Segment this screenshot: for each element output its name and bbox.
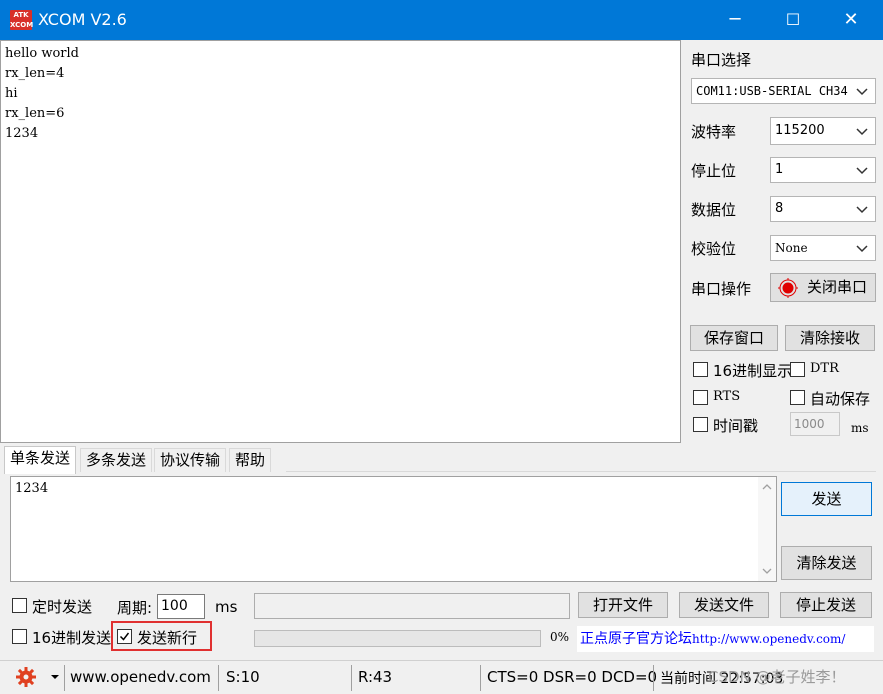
stop-bits-select[interactable]: 1: [770, 157, 876, 183]
forum-link-url: http://www.openedv.com/: [692, 632, 846, 646]
hex-send-label: 16进制发送: [32, 629, 112, 647]
timed-send-checkbox[interactable]: [12, 598, 27, 613]
receive-area[interactable]: hello world rx_len=4 hi rx_len=6 1234: [0, 40, 681, 443]
timestamp-input[interactable]: 1000: [790, 412, 840, 436]
dtr-label: DTR: [810, 361, 839, 376]
port-select[interactable]: COM11:USB-SERIAL CH34: [691, 78, 876, 104]
chevron-down-icon: [856, 167, 868, 175]
rts-label: RTS: [713, 389, 741, 404]
forum-link-label: 正点原子官方论坛: [580, 631, 692, 647]
status-signals: CTS=0 DSR=0 DCD=0: [487, 668, 658, 686]
send-newline-label: 发送新行: [137, 629, 198, 647]
rts-checkbox[interactable]: [693, 390, 708, 405]
close-button[interactable]: ✕: [822, 0, 880, 40]
watermark: CSDN @老子姓李！: [708, 668, 846, 686]
check-icon: [119, 632, 130, 641]
baud-value: 115200: [775, 123, 825, 138]
clear-send-button[interactable]: 清除发送: [781, 546, 872, 580]
status-separator: [64, 665, 65, 691]
status-sent-count: S:10: [226, 668, 260, 686]
send-progress-bar: [254, 630, 541, 647]
chevron-down-icon: [856, 245, 868, 253]
send-text: 1234: [15, 481, 49, 496]
hex-display-checkbox[interactable]: [693, 362, 708, 377]
close-port-button[interactable]: 关闭串口: [770, 273, 876, 302]
chevron-down-icon: [856, 88, 868, 96]
title-bar[interactable]: ATK XCOM XCOM V2.6 ─ ☐ ✕: [0, 0, 883, 40]
file-path-input[interactable]: [254, 593, 570, 619]
port-select-value: COM11:USB-SERIAL CH34: [696, 84, 848, 98]
minimize-button[interactable]: ─: [706, 0, 764, 40]
tab-protocol[interactable]: 协议传输: [154, 448, 227, 472]
window-title: XCOM V2.6: [38, 10, 127, 29]
tab-help[interactable]: 帮助: [229, 448, 272, 472]
send-scrollbar[interactable]: [758, 477, 776, 581]
send-newline-checkbox[interactable]: [117, 629, 132, 644]
port-select-label: 串口选择: [691, 51, 752, 69]
forum-link[interactable]: 正点原子官方论坛http://www.openedv.com/: [577, 626, 874, 652]
parity-label: 校验位: [691, 240, 737, 258]
timestamp-checkbox[interactable]: [693, 417, 708, 432]
hex-display-label: 16进制显示: [713, 362, 793, 380]
period-label: 周期:: [117, 599, 153, 617]
stop-send-button[interactable]: 停止发送: [780, 592, 872, 618]
gear-icon[interactable]: [15, 666, 37, 688]
stop-bits-value: 1: [775, 162, 784, 177]
save-window-button[interactable]: 保存窗口: [690, 325, 778, 351]
dtr-checkbox[interactable]: [790, 362, 805, 377]
timestamp-unit: ms: [851, 421, 869, 435]
caret-down-icon[interactable]: [50, 674, 60, 680]
status-separator: [480, 665, 481, 691]
timestamp-label: 时间戳: [713, 417, 759, 435]
tab-strip-filler: [286, 448, 876, 472]
tab-multi-send[interactable]: 多条发送: [80, 448, 153, 472]
app-logo: ATK XCOM: [10, 10, 34, 30]
send-file-button[interactable]: 发送文件: [679, 592, 769, 618]
chevron-down-icon: [856, 206, 868, 214]
port-op-label: 串口操作: [691, 280, 752, 298]
send-progress-text: 0%: [550, 630, 570, 644]
parity-select[interactable]: None: [770, 235, 876, 261]
data-bits-value: 8: [775, 201, 784, 216]
scroll-down-icon: [762, 568, 772, 574]
period-unit: ms: [215, 598, 238, 616]
chevron-down-icon: [856, 128, 868, 136]
parity-value: None: [775, 241, 808, 255]
status-separator: [218, 665, 219, 691]
status-received-count: R:43: [358, 668, 393, 686]
baud-select[interactable]: 115200: [770, 117, 876, 145]
open-file-button[interactable]: 打开文件: [578, 592, 668, 618]
maximize-button[interactable]: ☐: [764, 0, 822, 40]
data-bits-select[interactable]: 8: [770, 196, 876, 222]
auto-save-label: 自动保存: [810, 390, 871, 408]
status-separator: [351, 665, 352, 691]
auto-save-checkbox[interactable]: [790, 390, 805, 405]
close-port-label: 关闭串口: [807, 278, 868, 296]
status-site: www.openedv.com: [70, 668, 211, 686]
clear-receive-button[interactable]: 清除接收: [785, 325, 875, 351]
status-separator: [653, 665, 654, 691]
port-status-icon: [778, 278, 798, 298]
stop-bits-label: 停止位: [691, 162, 737, 180]
period-input[interactable]: 100: [157, 594, 205, 619]
receive-text: hello world rx_len=4 hi rx_len=6 1234: [5, 46, 79, 141]
hex-send-checkbox[interactable]: [12, 629, 27, 644]
send-input[interactable]: 1234: [10, 476, 777, 582]
baud-label: 波特率: [691, 123, 737, 141]
tab-single-send[interactable]: 单条发送: [4, 446, 77, 474]
send-button[interactable]: 发送: [781, 482, 872, 516]
data-bits-label: 数据位: [691, 201, 737, 219]
timed-send-label: 定时发送: [32, 598, 93, 616]
scroll-up-icon: [762, 484, 772, 490]
